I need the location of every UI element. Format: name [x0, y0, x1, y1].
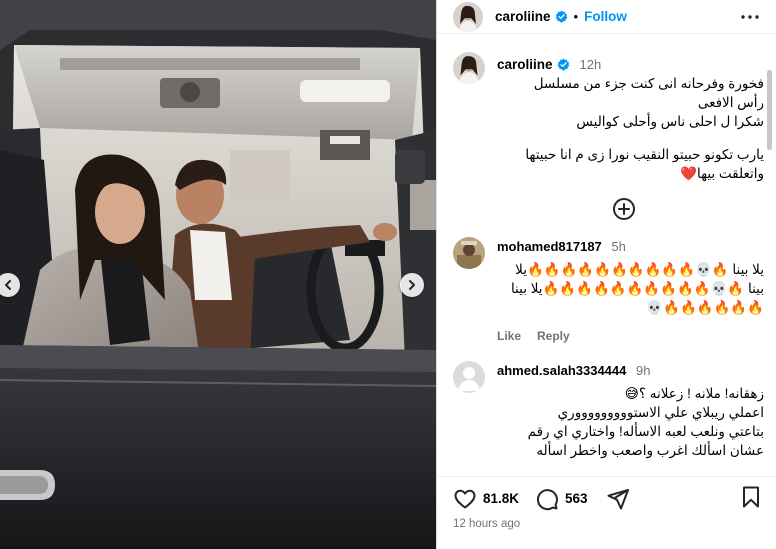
share-button[interactable]	[606, 487, 630, 511]
comment-line: عشان اسألك اغرب واصعب واخطر اسأله	[536, 443, 764, 458]
comment-line: بتاعتي ونلعب لعبه الاسأله! واختاري اي رق…	[527, 424, 764, 439]
bookmark-icon	[743, 486, 759, 508]
comments-list[interactable]: caroliine 12h فخورة وفرحانه انى كنت جزء …	[437, 46, 776, 471]
commenter-avatar[interactable]	[453, 361, 485, 393]
caption-line: واتعلقت بيها❤️	[680, 166, 764, 181]
comment-line: اعملي ريبلاي علي الاستوووووووووري	[557, 405, 764, 420]
like-count[interactable]: 81.8K	[483, 491, 519, 506]
comment-body: mohamed817187 5h يلا بينا 🔥💀🔥🔥🔥🔥🔥🔥🔥🔥🔥🔥يل…	[497, 239, 764, 343]
comment-button[interactable]: 563	[535, 487, 588, 511]
like-button[interactable]: 81.8K	[453, 487, 519, 511]
heart-icon	[454, 489, 476, 508]
caption-username[interactable]: caroliine	[497, 57, 553, 72]
verified-badge-icon	[555, 10, 568, 23]
verified-badge-icon	[557, 58, 570, 71]
comment-count[interactable]: 563	[565, 491, 588, 506]
author-avatar[interactable]	[453, 1, 483, 32]
commenter-username[interactable]: ahmed.salah3334444	[497, 363, 626, 378]
comment-meta: ahmed.salah3334444 9h	[497, 363, 764, 378]
comment-text: زهقانه! ملانه ! زعلانه ؟😅 اعملي ريبلاي ع…	[497, 384, 764, 460]
comment-reply-button[interactable]: Reply	[537, 329, 570, 343]
comment-time[interactable]: 9h	[636, 363, 650, 378]
post-caption: caroliine 12h فخورة وفرحانه انى كنت جزء …	[453, 46, 764, 183]
caption-text: فخورة وفرحانه انى كنت جزء من مسلسل رأس ا…	[497, 74, 764, 183]
more-options-icon	[741, 14, 759, 19]
chevron-right-icon	[409, 280, 415, 290]
load-more-comments-button[interactable]	[453, 197, 764, 221]
post-photo[interactable]	[0, 0, 436, 549]
more-options-button[interactable]	[738, 5, 762, 29]
post-side-panel: caroliine • Follow caroliine 12h فخورة و…	[436, 0, 776, 549]
post-timestamp[interactable]: 12 hours ago	[453, 518, 520, 530]
caption-line-break	[497, 131, 764, 145]
caption-line: فخورة وفرحانه انى كنت جزء من مسلسل	[533, 76, 764, 91]
comment-time[interactable]: 5h	[611, 239, 625, 254]
post-header: caroliine • Follow	[437, 0, 776, 34]
follow-button[interactable]: Follow	[584, 9, 627, 24]
author-username[interactable]: caroliine	[495, 9, 551, 24]
caption-line: رأس الافعى	[697, 95, 764, 110]
next-photo-button[interactable]	[400, 273, 424, 297]
comment-bubble-icon	[536, 488, 558, 510]
caption-content: caroliine 12h فخورة وفرحانه انى كنت جزء …	[497, 46, 764, 183]
comment-actions: Like Reply	[497, 329, 764, 343]
car-photo-illustration	[0, 0, 436, 549]
save-button[interactable]	[740, 485, 762, 512]
caption-time[interactable]: 12h	[580, 57, 602, 72]
comment-meta: mohamed817187 5h	[497, 239, 764, 254]
send-icon	[607, 488, 629, 509]
comment-text: يلا بينا 🔥💀🔥🔥🔥🔥🔥🔥🔥🔥🔥🔥يلا بينا 🔥💀🔥🔥🔥🔥🔥🔥🔥🔥…	[510, 262, 764, 315]
caption-meta: caroliine 12h	[497, 54, 764, 74]
post-action-bar: 81.8K 563	[437, 476, 776, 520]
comment-line: زهقانه! ملانه ! زعلانه ؟😅	[624, 386, 764, 401]
commenter-avatar[interactable]	[453, 237, 485, 269]
caption-line: شكرا ل احلى ناس وأحلى كواليس	[576, 114, 764, 129]
separator-dot: •	[573, 9, 579, 24]
caption-line: يارب تكونو حبيتو النقيب نورا زى م انا حب…	[525, 147, 764, 162]
comment-body: ahmed.salah3334444 9h زهقانه! ملانه ! زع…	[497, 363, 764, 460]
add-comment-circle-icon	[612, 198, 635, 220]
commenter-username[interactable]: mohamed817187	[497, 239, 602, 254]
post-dialog: caroliine • Follow caroliine 12h فخورة و…	[0, 0, 776, 549]
comment-item: ahmed.salah3334444 9h زهقانه! ملانه ! زع…	[453, 361, 764, 460]
caption-author-avatar[interactable]	[453, 52, 485, 84]
comment-item: mohamed817187 5h يلا بينا 🔥💀🔥🔥🔥🔥🔥🔥🔥🔥🔥🔥يل…	[453, 237, 764, 343]
comment-like-button[interactable]: Like	[497, 329, 521, 343]
chevron-left-icon	[5, 280, 11, 290]
